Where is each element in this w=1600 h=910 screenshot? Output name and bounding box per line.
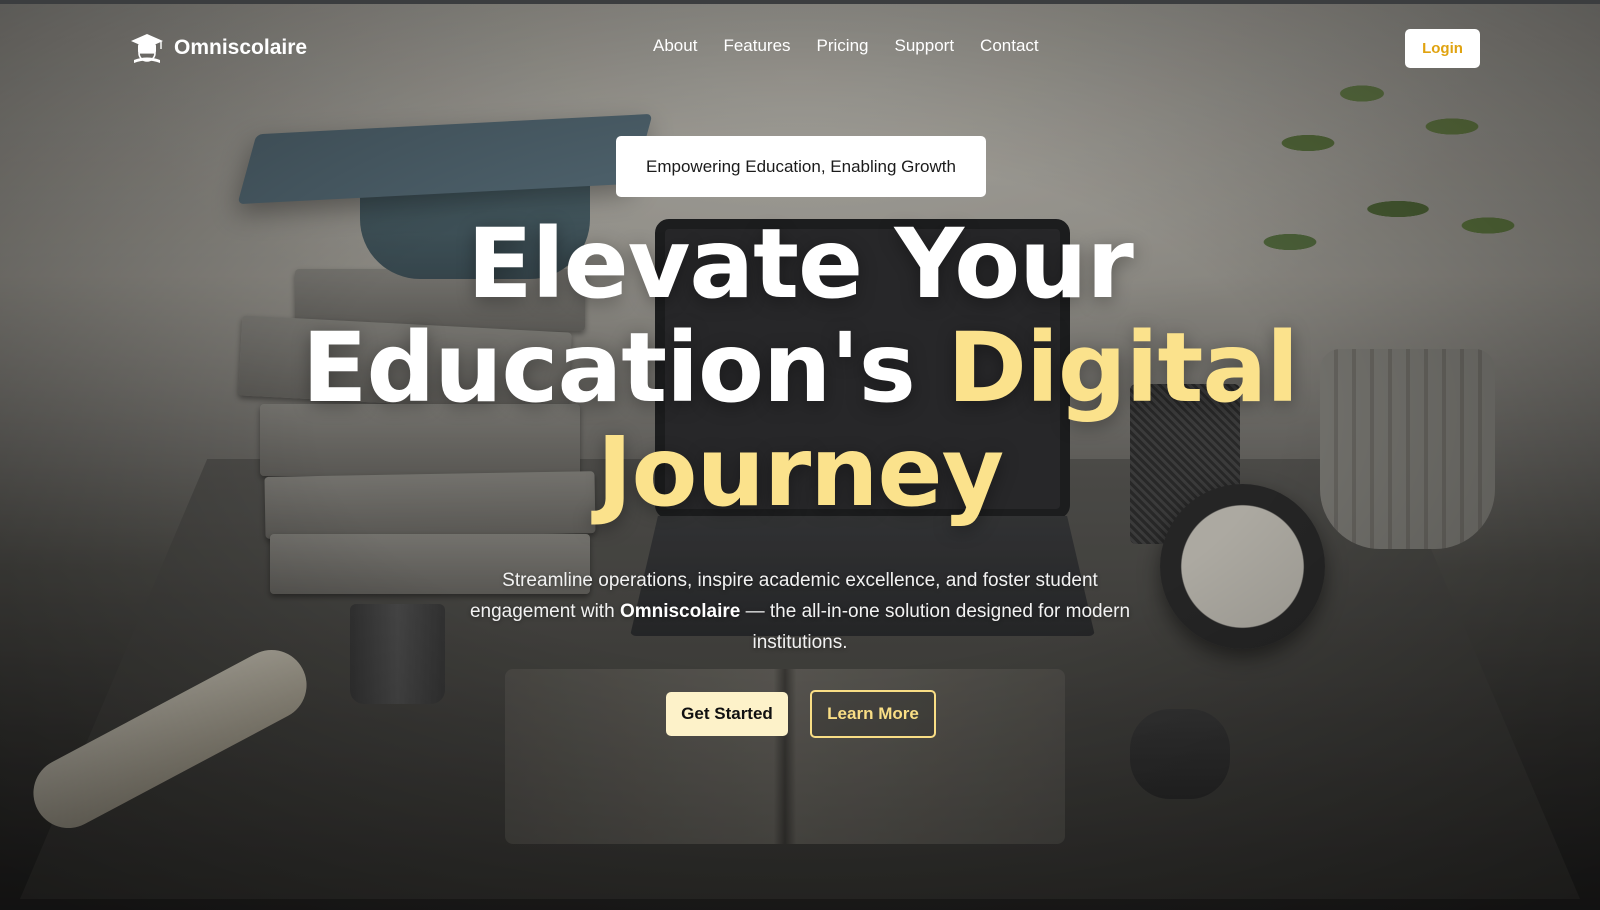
brand-link[interactable]: Omniscolaire: [130, 28, 307, 68]
tagline-badge: Empowering Education, Enabling Growth: [616, 136, 986, 197]
get-started-button[interactable]: Get Started: [666, 692, 788, 736]
nav-link-pricing[interactable]: Pricing: [817, 36, 869, 56]
brand-name: Omniscolaire: [174, 36, 308, 59]
hero-description: Streamline operations, inspire academic …: [450, 565, 1150, 658]
top-nav: Omniscolaire About Features Pricing Supp…: [0, 4, 1600, 92]
login-button[interactable]: Login: [1405, 29, 1480, 68]
nav-link-support[interactable]: Support: [895, 36, 955, 56]
graduation-cap-board-image: [237, 113, 653, 205]
headline-line1: Elevate Your: [467, 208, 1134, 320]
computer-mouse-image: [1130, 709, 1230, 799]
tagline-text: Empowering Education, Enabling Growth: [646, 156, 956, 176]
main-menu: About Features Pricing Support Contact: [653, 36, 1065, 56]
graduation-cap-globe-icon: [131, 34, 163, 63]
headline-line3-accent: Journey: [596, 416, 1004, 528]
nav-link-about[interactable]: About: [653, 36, 697, 56]
headline-line2-white: Education's: [301, 312, 916, 424]
hero-headline: Elevate Your Education's Digital Journey: [200, 212, 1400, 524]
nav-link-features[interactable]: Features: [723, 36, 790, 56]
description-after: — the all-in-one solution designed for m…: [745, 601, 1131, 653]
mug-image: [350, 604, 445, 704]
description-brand: Omniscolaire: [619, 601, 741, 622]
headline-line2-accent: Digital: [947, 312, 1299, 424]
learn-more-button[interactable]: Learn More: [810, 690, 936, 738]
nav-link-contact[interactable]: Contact: [980, 36, 1039, 56]
